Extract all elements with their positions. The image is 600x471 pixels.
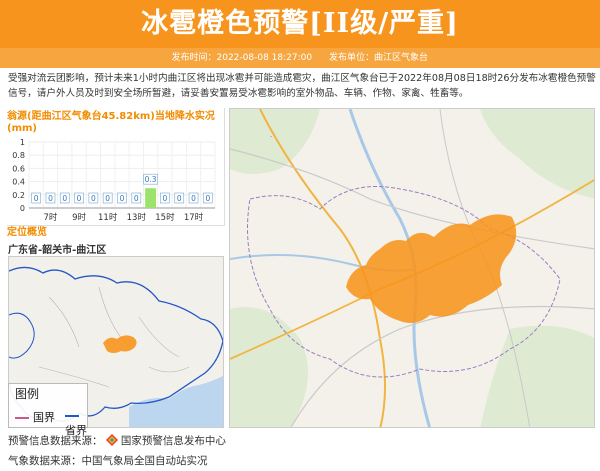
value-label: 0 bbox=[120, 194, 125, 203]
x-tick-label: 9时 bbox=[72, 212, 86, 223]
meta-bar: 发布时间：2022-08-08 18:27:00 发布单位：曲江区气象台 bbox=[0, 48, 600, 68]
legend-title: 图例 bbox=[15, 387, 40, 401]
value-label: 0 bbox=[91, 194, 96, 203]
warning-center-logo-icon bbox=[105, 434, 118, 446]
warning-title: 冰雹橙色预警[II级/严重] bbox=[0, 0, 600, 48]
source-line: 预警信息数据来源： 国家预警信息发布中心 bbox=[8, 433, 226, 448]
map-legend: 图例 国界 省界 bbox=[8, 383, 88, 437]
value-label: 0 bbox=[105, 194, 110, 203]
value-label: 0 bbox=[48, 194, 53, 203]
value-label: 0 bbox=[177, 194, 182, 203]
publish-time: 2022-08-08 18:27:00 bbox=[216, 53, 313, 63]
weather-source-line: 气象数据来源：中国气象局全国自动站实况 bbox=[8, 453, 208, 468]
weather-source-label: 气象数据来源： bbox=[8, 455, 82, 467]
legend-item-country: 国界 bbox=[15, 409, 55, 425]
y-tick-label: 0.4 bbox=[12, 178, 25, 187]
rain-bar bbox=[145, 188, 157, 208]
x-tick-label: 7时 bbox=[44, 212, 58, 223]
value-label: 0 bbox=[163, 194, 168, 203]
province-border-swatch bbox=[65, 415, 79, 417]
value-label: 0 bbox=[134, 194, 139, 203]
x-tick-label: 15时 bbox=[155, 212, 175, 223]
weather-source-name: 中国气象局全国自动站实况 bbox=[81, 455, 208, 467]
value-label: 0.3 bbox=[145, 175, 157, 184]
legend-label-country: 国界 bbox=[33, 411, 55, 424]
y-tick-label: 0.8 bbox=[12, 151, 25, 160]
x-tick-label: 13时 bbox=[127, 212, 147, 223]
y-tick-label: 0.6 bbox=[12, 164, 25, 173]
location-text: 广东省-韶关市-曲江区 bbox=[8, 245, 107, 256]
rain-panel-title: 翁源(距曲江区气象台45.82km)当地降水实况(mm) bbox=[7, 111, 215, 134]
map-label: · bbox=[270, 133, 272, 141]
y-tick-label: 1 bbox=[20, 138, 25, 147]
publisher: 曲江区气象台 bbox=[373, 53, 428, 63]
source-label: 预警信息数据来源： bbox=[8, 435, 103, 447]
rain-bar-chart: 00.20.40.60.810 0 0 0 0 0 0 00.30 0 0 07时 9时 11时 13时 1… bbox=[12, 138, 216, 223]
value-label: 0 bbox=[191, 194, 196, 203]
source-name: 国家预警信息发布中心 bbox=[120, 435, 226, 447]
x-tick-label: 11时 bbox=[98, 212, 118, 223]
main-map-graphic: · bbox=[230, 109, 594, 427]
publisher-label: 发布单位： bbox=[328, 53, 374, 63]
warning-area-map[interactable]: · bbox=[229, 108, 595, 428]
y-tick-label: 0.2 bbox=[12, 191, 25, 200]
x-tick-label: 17时 bbox=[184, 212, 204, 223]
value-label: 0 bbox=[62, 194, 67, 203]
value-label: 0 bbox=[205, 194, 210, 203]
publish-time-label: 发布时间： bbox=[171, 53, 217, 63]
value-label: 0 bbox=[34, 194, 39, 203]
warning-description: 受强对流云团影响，预计未来1小时内曲江区将出现冰雹并可能造成雹灾，曲江区气象台已… bbox=[8, 73, 596, 99]
country-border-swatch bbox=[15, 417, 29, 419]
value-label: 0 bbox=[77, 194, 82, 203]
location-title: 定位概览 bbox=[7, 227, 47, 238]
y-tick-label: 0 bbox=[20, 204, 25, 213]
